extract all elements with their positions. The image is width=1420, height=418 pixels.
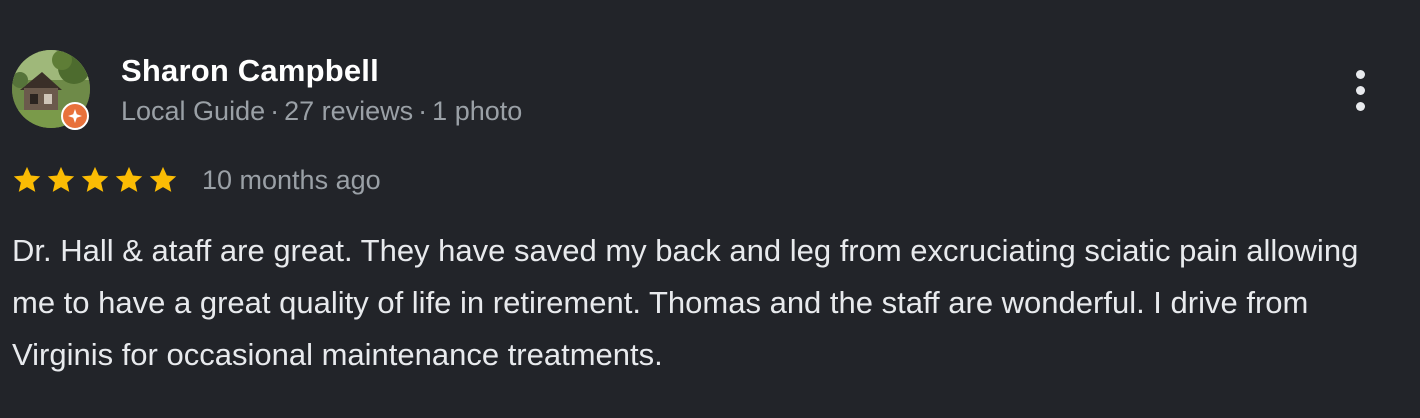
reviewer-meta[interactable]: Local Guide · 27 reviews · 1 photo bbox=[121, 94, 522, 128]
star-icon bbox=[115, 166, 143, 192]
review-count: 27 reviews bbox=[284, 96, 414, 126]
star-icon bbox=[149, 166, 177, 192]
review-time: 10 months ago bbox=[202, 165, 381, 195]
more-vert-icon bbox=[1355, 69, 1365, 79]
more-options-button[interactable] bbox=[1340, 66, 1380, 114]
more-vert-icon bbox=[1355, 85, 1365, 95]
meta-separator: · bbox=[270, 96, 280, 126]
meta-separator: · bbox=[418, 96, 428, 126]
review-card: Sharon Campbell Local Guide · 27 reviews · 1… bbox=[0, 0, 1420, 418]
reviewer-avatar-container[interactable] bbox=[12, 50, 90, 130]
photo-count: 1 photo bbox=[432, 96, 523, 126]
reviewer-level: Local Guide bbox=[121, 96, 266, 126]
star-rating bbox=[10, 164, 180, 196]
local-guide-badge-icon bbox=[61, 102, 89, 130]
more-vert-icon bbox=[1355, 101, 1365, 111]
reviewer-name[interactable]: Sharon Campbell bbox=[121, 52, 379, 90]
star-icon bbox=[13, 166, 41, 192]
review-text: Dr. Hall & ataff are great. They have sa… bbox=[12, 233, 1359, 372]
star-icon bbox=[81, 166, 109, 192]
star-icon bbox=[47, 166, 75, 192]
